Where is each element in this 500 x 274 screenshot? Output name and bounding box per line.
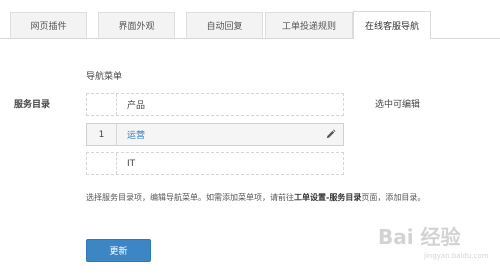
update-button[interactable]: 更新 <box>86 239 151 262</box>
tab-ticket-routing-rules[interactable]: 工单投递规则 <box>265 12 353 38</box>
tab-online-service-navigation[interactable]: 在线客服导航 <box>353 11 431 39</box>
ticket-settings-service-dir-text: 工单设置-服务目录 <box>294 193 362 202</box>
settings-page: 网页插件 界面外观 自动回复 工单投递规则 在线客服导航 导航菜单 服务目录 选… <box>0 0 500 274</box>
menu-item-index <box>87 153 117 174</box>
watermark-url: jingyan.baidu.com <box>423 252 488 260</box>
menu-item-selected[interactable]: 1 运营 <box>86 123 344 146</box>
pencil-edit-icon[interactable] <box>325 129 336 140</box>
help-note-text: 选择服务目录项，编辑导航菜单。如需添加菜单项，请前往 <box>86 193 294 202</box>
menu-item[interactable]: IT <box>86 152 344 175</box>
menu-item-label: 产品 <box>127 101 146 111</box>
tab-bar: 网页插件 界面外观 自动回复 工单投递规则 在线客服导航 <box>0 0 500 39</box>
select-to-edit-hint: 选中可编辑 <box>375 100 421 110</box>
menu-item-index <box>87 94 117 115</box>
menu-item-label: IT <box>127 158 136 169</box>
help-note-text-end: 页面，添加目录。 <box>361 193 426 202</box>
watermark-text: Bai 经验 <box>378 225 461 249</box>
help-note: 选择服务目录项，编辑导航菜单。如需添加菜单项，请前往工单设置-服务目录页面，添加… <box>86 192 486 203</box>
tab-interface-appearance[interactable]: 界面外观 <box>98 12 175 38</box>
menu-item-label: 运营 <box>127 131 146 141</box>
baidu-jingyan-watermark: Bai 经验 jingyan.baidu.com <box>378 225 488 260</box>
menu-item[interactable]: 产品 <box>86 93 344 116</box>
menu-item-index: 1 <box>87 124 117 145</box>
tab-auto-reply[interactable]: 自动回复 <box>186 12 263 38</box>
service-directory-label: 服务目录 <box>14 100 51 110</box>
nav-menu-label: 导航菜单 <box>86 72 123 82</box>
tab-web-plugin[interactable]: 网页插件 <box>10 12 87 38</box>
